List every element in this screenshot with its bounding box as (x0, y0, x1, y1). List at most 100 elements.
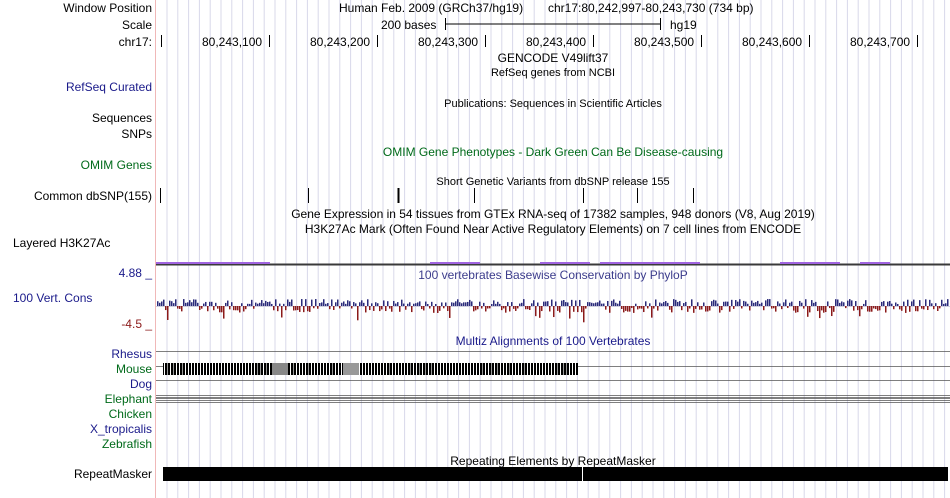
mouse-alignment-stripe (470, 363, 471, 375)
mouse-alignment-stripe (185, 363, 186, 375)
phylop-bar (211, 301, 213, 306)
phylop-bar (763, 306, 765, 311)
mouse-alignment-stripe (335, 363, 336, 375)
phylop-bar (809, 306, 811, 313)
phylop-bar (255, 302, 257, 306)
phylop-bar (559, 306, 561, 313)
phylop-bar (529, 306, 531, 310)
mouse-alignment-stripe (338, 363, 339, 375)
phylop-bar (535, 306, 537, 317)
mouse-alignment-stripe (377, 363, 378, 375)
phylop-bar (659, 302, 661, 306)
phylop-bar (315, 299, 317, 306)
phylop-bar (375, 302, 377, 306)
mouse-alignment-stripe (314, 363, 315, 375)
phylop-bar (641, 306, 643, 309)
position-text: chr17:80,242,997-80,243,730 (734 bp) (548, 1, 754, 15)
mouse-alignment-stripe (383, 363, 384, 375)
phylop-bar (481, 306, 483, 309)
gencode-track-title[interactable]: GENCODE V49lift37 (156, 51, 950, 65)
phylop-bar (691, 299, 693, 306)
mouse-alignment-stripe (548, 363, 549, 375)
phylop-bar (695, 306, 697, 309)
phylop-bar (227, 300, 229, 306)
species-zebrafish-label[interactable]: Zebrafish (102, 437, 152, 451)
species-mouse-label[interactable]: Mouse (116, 362, 152, 376)
h3k27ac-track-title[interactable]: H3K27Ac Mark (Often Found Near Active Re… (156, 222, 950, 236)
species-chicken-label[interactable]: Chicken (109, 407, 152, 421)
phylop-bar (385, 306, 387, 312)
mouse-alignment-stripe (401, 363, 402, 375)
phylop-bar (551, 299, 553, 306)
phylop-bar (515, 306, 517, 311)
species-xtropicalis-label[interactable]: X_tropicalis (90, 422, 152, 436)
snps-label[interactable]: SNPs (121, 127, 152, 141)
phylop-bar (443, 306, 445, 309)
phylop-bar (471, 301, 473, 306)
phylop-bar (623, 306, 625, 313)
common-dbsnp-label[interactable]: Common dbSNP(155) (34, 189, 152, 203)
mouse-alignment-stripe (197, 363, 198, 375)
repeatmasker-track-title[interactable]: Repeating Elements by RepeatMasker (156, 454, 950, 468)
mouse-alignment-stripe (533, 363, 534, 375)
sequences-label[interactable]: Sequences (92, 111, 152, 125)
phylop-bar (875, 306, 877, 310)
omim-track-title[interactable]: OMIM Gene Phenotypes - Dark Green Can Be… (156, 145, 950, 159)
refseq-curated-label[interactable]: RefSeq Curated (66, 80, 152, 94)
phylop-bar (343, 301, 345, 306)
phylop-bar (687, 306, 689, 312)
phylop-bar (219, 306, 221, 313)
publications-track-title[interactable]: Publications: Sequences in Scientific Ar… (156, 98, 950, 110)
phylop-bar (205, 301, 207, 306)
phylop-bar (739, 299, 741, 306)
phylop-bar (797, 306, 799, 313)
phylop-bar (349, 301, 351, 306)
phylop-bar (841, 301, 843, 306)
phylop-bar (829, 306, 831, 309)
omim-genes-label[interactable]: OMIM Genes (81, 158, 152, 172)
mouse-alignment-stripe (407, 363, 408, 375)
phylop-min-value: -4.5 _ (121, 317, 152, 331)
phylop-bar (895, 302, 897, 306)
phylop-bar (723, 301, 725, 306)
mouse-alignment-stripe (380, 363, 381, 375)
mouse-alignment-stripe (428, 363, 429, 375)
phylop-bar (495, 303, 497, 306)
phylop-bar (735, 300, 737, 306)
mouse-alignment-stripe (293, 363, 294, 375)
dbsnp-track-title[interactable]: Short Genetic Variants from dbSNP releas… (156, 176, 950, 188)
phylop-bar (811, 300, 813, 306)
phylop-bar (667, 302, 669, 306)
layered-h3k27ac-label[interactable]: Layered H3K27Ac (13, 236, 110, 250)
gtex-track-title[interactable]: Gene Expression in 54 tissues from GTEx … (156, 207, 950, 221)
phylop-bar (479, 301, 481, 306)
phylop-bar (423, 306, 425, 311)
multiz-track-title[interactable]: Multiz Alignments of 100 Vertebrates (156, 334, 950, 348)
phylop-bar (437, 306, 439, 313)
phylop-bar (731, 299, 733, 306)
phylop-bar (779, 303, 781, 306)
phylop-bar (225, 302, 227, 306)
mouse-alignment-stripe (404, 363, 405, 375)
mouse-alignment-stripe (542, 363, 543, 375)
mouse-alignment-stripe (203, 363, 204, 375)
phylop-bar (547, 301, 549, 306)
species-rhesus-label[interactable]: Rhesus (111, 347, 152, 361)
mouse-alignment-stripe (296, 363, 297, 375)
scale-db-text: hg19 (670, 18, 697, 32)
mouse-alignment-stripe (515, 363, 516, 375)
phylop-bar (805, 299, 807, 306)
phylop-track-title[interactable]: 100 vertebrates Basewise Conservation by… (156, 268, 950, 282)
phylop-bar (863, 303, 865, 306)
phylop-bar (281, 306, 283, 318)
phylop-bar (627, 306, 629, 312)
refseq-track-subtitle[interactable]: RefSeq genes from NCBI (156, 67, 950, 79)
vert-cons-label[interactable]: 100 Vert. Cons (13, 291, 92, 305)
phylop-bar (263, 303, 265, 306)
repeatmasker-label[interactable]: RepeatMasker (74, 467, 152, 481)
species-dog-label[interactable]: Dog (130, 377, 152, 391)
phylop-bar (239, 306, 241, 313)
phylop-bar (617, 303, 619, 306)
species-elephant-label[interactable]: Elephant (105, 392, 152, 406)
mouse-alignment-stripe (191, 363, 192, 375)
